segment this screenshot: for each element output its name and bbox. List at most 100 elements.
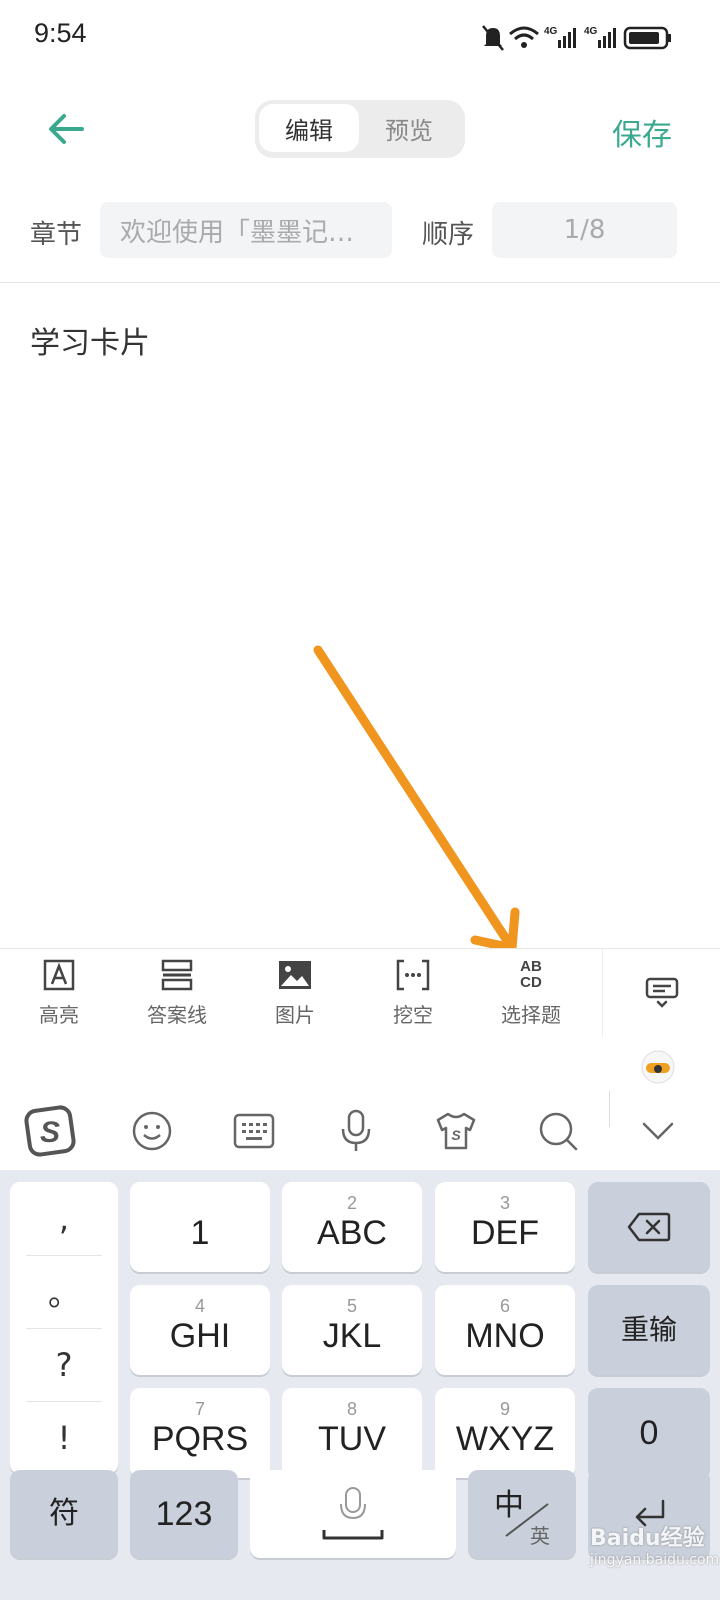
- cloze-icon: [396, 959, 430, 991]
- order-field[interactable]: 1/8: [492, 202, 677, 258]
- status-icons: 4G 4G: [480, 22, 680, 54]
- mute-bell-icon: [482, 25, 504, 51]
- key-label: GHI: [169, 1317, 231, 1355]
- toolbar-label: 图片: [275, 1003, 315, 1027]
- key-label: 123: [155, 1495, 213, 1533]
- key-abc[interactable]: 2 ABC: [282, 1182, 422, 1272]
- battery-icon: [623, 26, 671, 50]
- network-label-2: 4G: [584, 26, 598, 37]
- symbol-key[interactable]: 符: [10, 1470, 118, 1558]
- key-jkl[interactable]: 5 JKL: [282, 1285, 422, 1375]
- key-mno[interactable]: 6 MNO: [435, 1285, 575, 1375]
- sogou-logo-letter: S: [40, 1116, 60, 1149]
- divider: [0, 282, 720, 283]
- multiple-choice-button[interactable]: AB CD 选择题: [476, 957, 586, 1033]
- baidu-watermark: Baidu经验 jingyan.baidu.com: [590, 1520, 720, 1590]
- key-number: 7: [194, 1399, 205, 1419]
- image-icon: [279, 961, 311, 989]
- choice-glyph-bottom: CD: [520, 974, 542, 991]
- card-content-editor[interactable]: 学习卡片: [30, 318, 150, 362]
- keyboard-icon[interactable]: [222, 1103, 286, 1159]
- back-button[interactable]: [40, 103, 92, 155]
- highlight-button[interactable]: 高亮: [4, 957, 114, 1033]
- key-number: 8: [346, 1399, 357, 1419]
- toolbar-label: 挖空: [393, 1003, 433, 1027]
- key-wxyz[interactable]: 9 WXYZ: [435, 1388, 575, 1478]
- lang-alt-label: 英: [530, 1526, 550, 1548]
- toolbar-label: 高亮: [39, 1003, 79, 1027]
- highlight-icon: [43, 959, 75, 991]
- key-label: 符: [49, 1496, 79, 1531]
- key-number: 9: [499, 1399, 510, 1419]
- key-number: 5: [346, 1296, 357, 1316]
- answer-line-icon: [161, 959, 193, 991]
- key-1[interactable]: 1: [130, 1182, 270, 1272]
- wifi-icon: [509, 26, 539, 48]
- reset-key[interactable]: 重输: [588, 1285, 710, 1375]
- skin-icon[interactable]: S: [424, 1103, 488, 1159]
- key-label: 1: [190, 1214, 210, 1252]
- mode-toggle: 编辑 预览: [255, 100, 465, 158]
- order-label: 顺序: [422, 220, 475, 250]
- key-label: MNO: [465, 1317, 545, 1355]
- cloze-button[interactable]: 挖空: [358, 957, 468, 1033]
- toolbar-label: 选择题: [501, 1003, 561, 1027]
- watermark-text: Baidu经验: [590, 1526, 705, 1551]
- choice-glyph-top: AB: [520, 958, 542, 975]
- numbers-key[interactable]: 123: [130, 1470, 238, 1558]
- image-button[interactable]: 图片: [240, 957, 350, 1033]
- multiple-choice-icon: AB CD: [520, 957, 542, 993]
- punct-key-period[interactable]: 。: [10, 1255, 118, 1328]
- search-icon[interactable]: [526, 1103, 590, 1159]
- key-label: 0: [639, 1414, 659, 1452]
- save-button[interactable]: 保存: [612, 110, 672, 154]
- ime-divider: [609, 1091, 610, 1127]
- tab-preview[interactable]: 预览: [359, 104, 459, 152]
- format-toolbar: 高亮 答案线 图片 挖空 AB CD 选择题: [0, 948, 720, 1038]
- annotation-arrow-icon: [313, 645, 520, 953]
- chapter-label: 章节: [30, 220, 83, 250]
- arrow-left-icon: [49, 114, 84, 144]
- key-number: 6: [499, 1296, 510, 1316]
- tab-edit[interactable]: 编辑: [259, 104, 359, 152]
- answer-line-button[interactable]: 答案线: [122, 957, 232, 1033]
- key-number: 4: [194, 1296, 205, 1316]
- punct-key-comma[interactable]: ,: [10, 1182, 118, 1255]
- microphone-icon[interactable]: [324, 1103, 388, 1159]
- key-label: PQRS: [151, 1420, 249, 1458]
- sogou-logo-icon[interactable]: S: [18, 1103, 82, 1159]
- key-label: 重输: [620, 1313, 677, 1346]
- key-def[interactable]: 3 DEF: [435, 1182, 575, 1272]
- key-label: ABC: [317, 1214, 387, 1252]
- toolbar-label: 答案线: [147, 1003, 207, 1027]
- ime-mascot-icon[interactable]: [640, 1049, 676, 1085]
- emoji-icon[interactable]: [120, 1103, 184, 1159]
- key-ghi[interactable]: 4 GHI: [130, 1285, 270, 1375]
- key-tuv[interactable]: 8 TUV: [282, 1388, 422, 1478]
- key-number: 3: [499, 1193, 510, 1213]
- keyboard-collapse-icon: [645, 977, 679, 1008]
- chapter-field[interactable]: 欢迎使用「墨墨记…: [100, 202, 392, 258]
- key-label: DEF: [471, 1214, 539, 1252]
- collapse-keyboard-button[interactable]: [602, 949, 720, 1037]
- space-key[interactable]: [250, 1470, 456, 1558]
- key-label: TUV: [318, 1420, 386, 1458]
- watermark-url: jingyan.baidu.com: [590, 1552, 720, 1568]
- punctuation-panel[interactable]: , 。 ? !: [10, 1182, 118, 1474]
- delete-key[interactable]: [588, 1182, 710, 1272]
- punct-key-question[interactable]: ?: [10, 1328, 118, 1401]
- key-pqrs[interactable]: 7 PQRS: [130, 1388, 270, 1478]
- chevron-down-icon[interactable]: [626, 1103, 690, 1159]
- status-time: 9:54: [34, 18, 87, 48]
- backspace-icon: [627, 1212, 671, 1242]
- language-switch-key[interactable]: 中 英: [468, 1470, 576, 1558]
- key-label: JKL: [322, 1317, 382, 1355]
- key-label: WXYZ: [455, 1420, 555, 1458]
- key-0[interactable]: 0: [588, 1388, 710, 1478]
- svg-text:S: S: [451, 1127, 461, 1143]
- punct-key-exclaim[interactable]: !: [10, 1401, 118, 1474]
- signal-icon-1: 4G: [544, 26, 576, 48]
- signal-icon-2: 4G: [584, 26, 616, 48]
- network-label-1: 4G: [544, 26, 558, 37]
- key-number: 2: [346, 1193, 357, 1213]
